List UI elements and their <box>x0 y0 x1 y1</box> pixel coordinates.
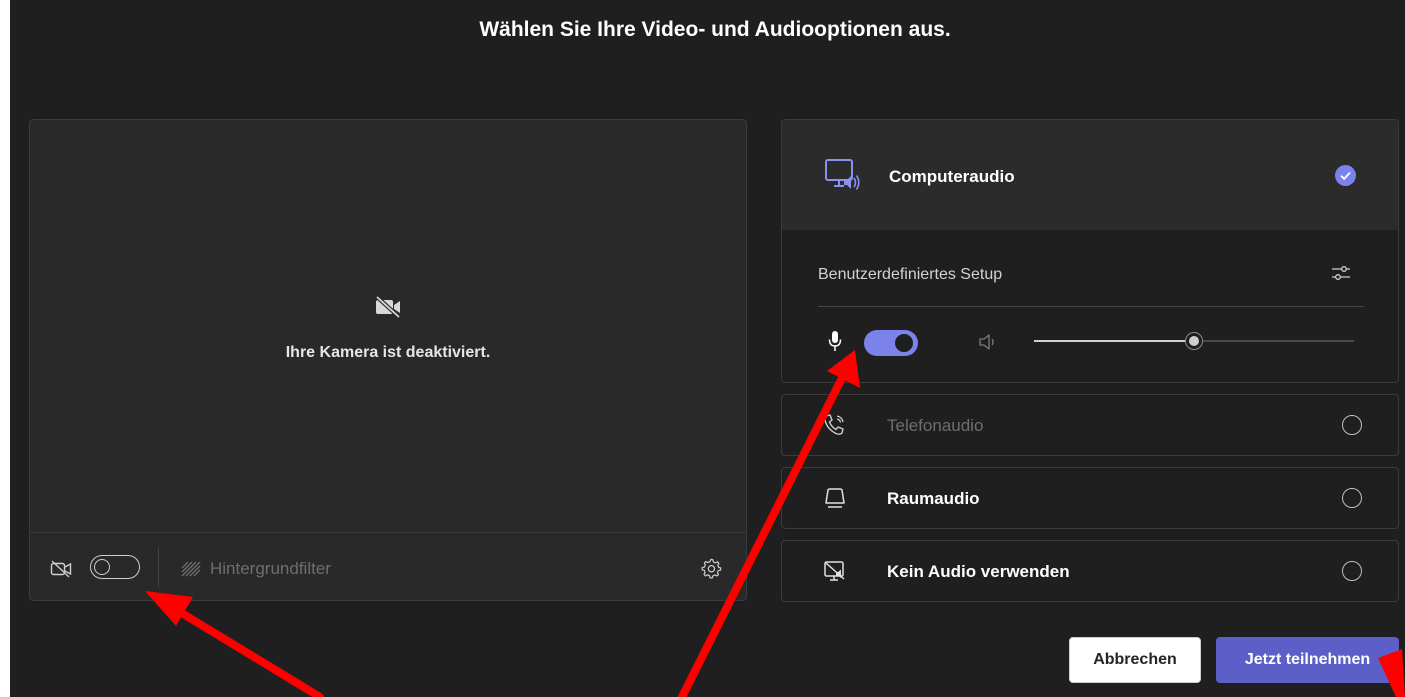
phone-icon <box>824 414 844 435</box>
room-audio-icon <box>825 488 845 508</box>
camera-off-icon <box>375 295 401 319</box>
volume-fill <box>1034 340 1194 342</box>
cancel-button[interactable]: Abbrechen <box>1069 637 1201 683</box>
gear-icon[interactable] <box>700 557 722 579</box>
custom-setup-section: Benutzerdefiniertes Setup <box>782 230 1398 382</box>
speaker-volume-slider[interactable] <box>1034 332 1354 350</box>
background-filter-icon <box>181 561 201 577</box>
room-audio-radio[interactable] <box>1342 488 1362 508</box>
camera-off-message: Ihre Kamera ist deaktiviert. <box>285 344 491 361</box>
no-audio-label: Kein Audio verwenden <box>887 562 1070 581</box>
phone-audio-label: Telefonaudio <box>887 416 984 435</box>
room-audio-option[interactable]: Raumaudio <box>781 467 1399 529</box>
microphone-icon <box>828 331 842 351</box>
setup-divider <box>818 306 1364 307</box>
computer-audio-option[interactable]: Computeraudio Benutzerdefiniertes Setup <box>781 119 1399 383</box>
computer-audio-icon <box>825 159 860 190</box>
background-filter-label: Hintergrundfilter <box>210 559 331 578</box>
camera-toggle[interactable] <box>90 555 140 579</box>
no-audio-radio[interactable] <box>1342 561 1362 581</box>
page-title: Wählen Sie Ihre Video- und Audiooptionen… <box>479 18 951 41</box>
computer-audio-label: Computeraudio <box>889 167 1015 186</box>
computer-audio-header[interactable]: Computeraudio <box>782 120 1398 230</box>
camera-off-icon <box>50 560 72 578</box>
room-audio-label: Raumaudio <box>887 489 980 508</box>
speaker-icon <box>979 334 994 350</box>
toolbar-divider <box>158 547 159 587</box>
phone-audio-radio[interactable] <box>1342 415 1362 435</box>
custom-setup-label: Benutzerdefiniertes Setup <box>818 266 1003 283</box>
annotation-arrow-camera-toggle <box>145 591 324 697</box>
video-preview-area: Ihre Kamera ist deaktiviert. <box>30 120 746 532</box>
background-filter-button[interactable]: Hintergrundfilter <box>180 557 331 581</box>
microphone-toggle[interactable] <box>864 330 918 356</box>
no-audio-option[interactable]: Kein Audio verwenden <box>781 540 1399 602</box>
phone-audio-option[interactable]: Telefonaudio <box>781 394 1399 456</box>
video-preview-panel: Ihre Kamera ist deaktiviert. Hintergrund… <box>29 119 747 601</box>
video-toolbar: Hintergrundfilter <box>30 532 746 600</box>
settings-sliders-icon[interactable] <box>1330 262 1352 284</box>
toggle-knob <box>895 334 913 352</box>
toggle-knob <box>94 558 110 575</box>
left-edge-strip <box>0 0 10 697</box>
volume-thumb[interactable] <box>1185 332 1203 350</box>
selected-check-icon <box>1335 165 1356 186</box>
no-audio-icon <box>824 561 845 581</box>
join-now-button[interactable]: Jetzt teilnehmen <box>1216 637 1399 683</box>
